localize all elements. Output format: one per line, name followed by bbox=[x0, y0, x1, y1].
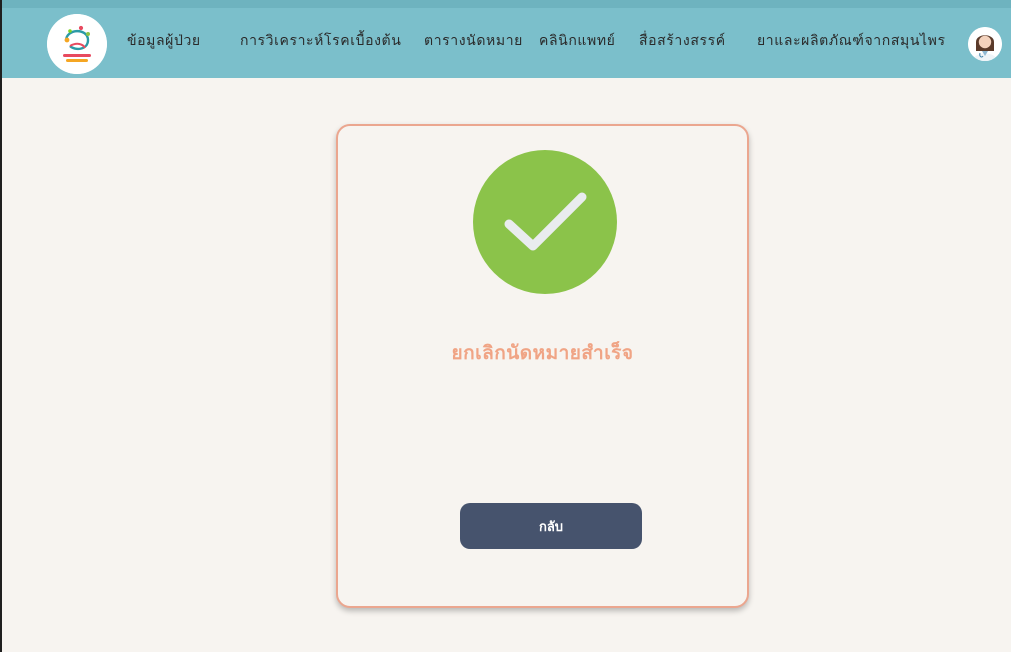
nav-patient-info[interactable]: ข้อมูลผู้ป่วย bbox=[127, 30, 201, 54]
check-icon bbox=[473, 150, 617, 294]
nav-appointments[interactable]: ตารางนัดหมาย bbox=[424, 30, 523, 54]
back-button[interactable]: กลับ bbox=[460, 503, 642, 549]
nav-preliminary-diagnosis[interactable]: การวิเคราะห์โรคเบื้องต้น bbox=[240, 30, 401, 54]
page-frame: ข้อมูลผู้ป่วย การวิเคราะห์โรคเบื้องต้น ต… bbox=[0, 0, 1011, 652]
success-message: ยกเลิกนัดหมายสำเร็จ bbox=[451, 342, 634, 364]
nav-creative-media[interactable]: สื่อสร้างสรรค์ bbox=[639, 30, 726, 54]
nav-herbal-products[interactable]: ยาและผลิตภัณฑ์จากสมุนไพร bbox=[757, 30, 946, 54]
doctor-avatar-icon[interactable] bbox=[968, 27, 1002, 61]
cancellation-dialog: ยกเลิกนัดหมายสำเร็จ กลับ bbox=[336, 124, 749, 608]
top-navigation-bar: ข้อมูลผู้ป่วย การวิเคราะห์โรคเบื้องต้น ต… bbox=[2, 0, 1011, 78]
topbar-edge bbox=[2, 0, 1011, 8]
nav-clinics[interactable]: คลินิกแพทย์ bbox=[539, 30, 615, 54]
app-logo-icon[interactable] bbox=[47, 14, 107, 74]
